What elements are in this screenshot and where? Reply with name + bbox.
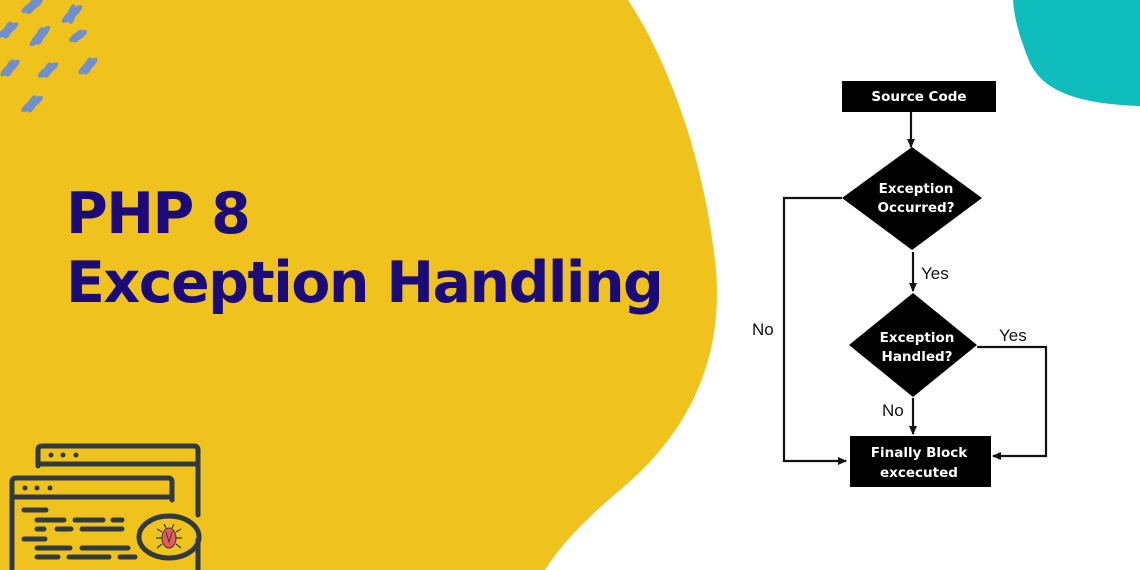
label-handled-no: No — [882, 401, 904, 420]
edge-occurred-no — [782, 196, 847, 465]
node-finally-block-label-2: excecuted — [880, 465, 958, 481]
node-finally-block-label-1: Finally Block — [871, 445, 969, 461]
node-source-code-label: Source Code — [871, 89, 966, 105]
flowchart: Source Code Exception Occurred? Exceptio… — [752, 81, 1048, 487]
label-occurred-yes: Yes — [921, 264, 949, 283]
label-handled-yes: Yes — [999, 326, 1027, 345]
node-exception-occurred-label-1: Exception — [879, 181, 954, 197]
node-exception-handled-label-1: Exception — [880, 330, 955, 346]
node-exception-occurred-label-2: Occurred? — [877, 200, 954, 216]
label-occurred-no: No — [752, 320, 774, 339]
node-exception-handled-label-2: Handled? — [882, 349, 953, 365]
node-exception-occurred — [842, 147, 982, 250]
